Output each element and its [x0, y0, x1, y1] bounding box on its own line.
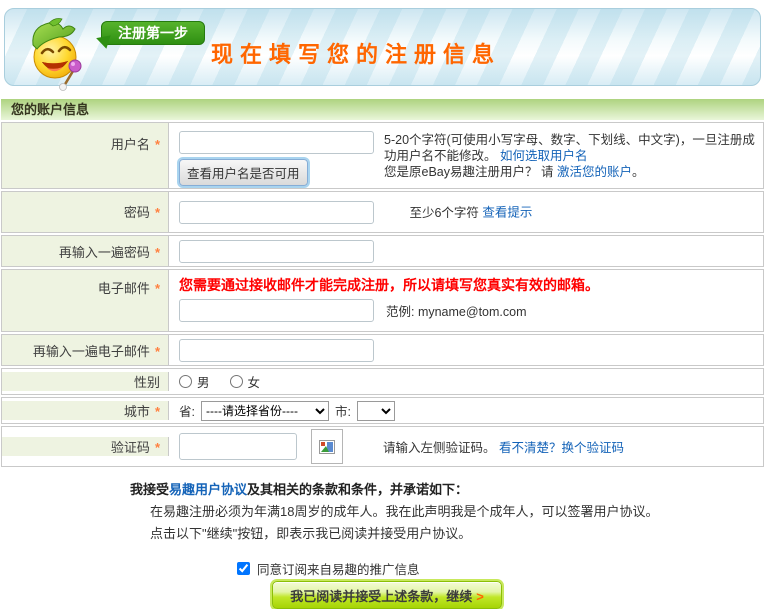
agreement-line1-prefix: 我接受: [130, 482, 170, 497]
city-label: 城市: [123, 404, 150, 419]
gender-female-label: 女: [247, 376, 261, 390]
city-label-cell: 城市 *: [2, 401, 169, 420]
gender-male-radio[interactable]: [179, 375, 192, 388]
agreement-line1: 我接受易趣用户协议及其相关的条款和条件，并承诺如下：: [130, 479, 765, 501]
email-label-cell: 电子邮件 *: [2, 270, 169, 331]
required-asterisk: *: [154, 245, 160, 260]
captcha-hint: 请输入左侧验证码。: [383, 441, 496, 455]
captcha-image-placeholder: [311, 429, 343, 464]
broken-image-icon: [319, 439, 335, 454]
page-title: 现在填写您的注册信息: [211, 42, 502, 67]
form-row-email-confirm: 再输入一遍电子邮件 *: [1, 334, 764, 366]
required-asterisk: *: [154, 440, 160, 455]
city-select[interactable]: [356, 400, 395, 421]
check-username-button[interactable]: 查看用户名是否可用: [179, 159, 308, 186]
mascot-icon: [32, 18, 82, 91]
gender-male-label: 男: [197, 376, 210, 390]
email-warning-text: 您需要通过接收邮件才能完成注册，所以请填写您真实有效的邮箱。: [179, 277, 599, 293]
gender-label: 性别: [133, 375, 160, 390]
username-label-cell: 用户名 *: [2, 123, 169, 188]
captcha-input[interactable]: [179, 433, 297, 460]
gender-label-cell: 性别: [2, 372, 169, 391]
password-confirm-label-cell: 再输入一遍密码 *: [2, 236, 169, 266]
required-asterisk: *: [154, 137, 160, 152]
user-agreement-link[interactable]: 易趣用户协议: [169, 482, 247, 497]
email-confirm-input[interactable]: [179, 339, 374, 362]
agreement-line3: 点击以下"继续"按钮，即表示我已阅读并接受用户协议。: [150, 526, 472, 541]
email-confirm-label-cell: 再输入一遍电子邮件 *: [2, 335, 169, 365]
ebay-user-text: 您是原eBay易趣注册用户？ 请: [384, 165, 557, 179]
agreement-line2: 在易趣注册必须为年满18周岁的成年人。我在此声明我是个成年人，可以签署用户协议。: [150, 504, 659, 519]
step-badge-label: 注册第一步: [118, 25, 188, 41]
how-to-choose-username-link[interactable]: 如何选取用户名: [500, 149, 588, 163]
captcha-label: 验证码: [110, 440, 150, 455]
required-asterisk: *: [154, 344, 160, 359]
password-hint: 至少6个字符: [409, 205, 479, 220]
username-input[interactable]: [179, 131, 374, 154]
username-label: 用户名: [110, 137, 150, 152]
gender-female-radio[interactable]: [229, 375, 243, 388]
subscribe-row: 同意订阅来自易趣的推广信息: [237, 560, 765, 577]
section-header: 您的账户信息: [1, 99, 764, 120]
form-row-captcha: 验证码 * 请输入左侧验证码。 看不清楚？换个验证码: [1, 426, 764, 467]
password-confirm-input[interactable]: [179, 240, 374, 263]
province-select-label: 省:: [179, 405, 195, 419]
form-row-username: 用户名 * 查看用户名是否可用 5-20个字符(可使用小写字母、数字、下划线、中文…: [1, 122, 764, 189]
continue-button-label: 我已阅读并接受上述条款，继续: [290, 588, 473, 604]
section-title: 您的账户信息: [11, 102, 90, 117]
registration-page: 注册第一步 现在填写您的注册信息 您的账户信息 用户名 * 查看用户名是否可用 5…: [0, 8, 765, 609]
form-row-gender: 性别 男 女: [1, 368, 764, 395]
refresh-captcha-link[interactable]: 看不清楚？换个验证码: [499, 441, 624, 455]
form-row-password: 密码 * 至少6个字符 查看提示: [1, 191, 764, 233]
form-row-email: 电子邮件 * 您需要通过接收邮件才能完成注册，所以请填写您真实有效的邮箱。 范例:…: [1, 269, 764, 332]
subscribe-checkbox[interactable]: [237, 561, 250, 575]
step-badge: 注册第一步: [101, 21, 205, 45]
email-input[interactable]: [179, 299, 374, 322]
password-label-cell: 密码 *: [2, 192, 169, 232]
city-select-label: 市:: [334, 405, 351, 419]
agreement-block: 我接受易趣用户协议及其相关的条款和条件，并承诺如下： 在易趣注册必须为年满18周…: [130, 479, 765, 545]
password-input[interactable]: [179, 201, 374, 224]
form-row-password-confirm: 再输入一遍密码 *: [1, 235, 764, 267]
ebay-user-suffix: 。: [631, 165, 645, 179]
email-confirm-label: 再输入一遍电子邮件: [32, 344, 150, 359]
password-label: 密码: [123, 205, 150, 220]
page-header: 注册第一步 现在填写您的注册信息: [4, 8, 761, 91]
continue-button[interactable]: 我已阅读并接受上述条款，继续 >: [272, 581, 502, 609]
captcha-label-cell: 验证码 *: [2, 437, 169, 456]
username-help: 5-20个字符(可使用小写字母、数字、下划线、中文字)，一旦注册成功用户名不能修…: [384, 131, 763, 188]
province-select[interactable]: ----请选择省份----: [200, 400, 329, 421]
password-tips-link[interactable]: 查看提示: [482, 206, 532, 220]
form-row-city: 城市 * 省: ----请选择省份---- 市:: [1, 397, 764, 424]
activate-account-link[interactable]: 激活您的账户: [557, 165, 632, 179]
email-label: 电子邮件: [97, 281, 150, 296]
required-asterisk: *: [154, 404, 160, 419]
agreement-line1-suffix: 及其相关的条款和条件，并承诺如下：: [247, 482, 469, 497]
continue-arrow: >: [476, 588, 484, 604]
required-asterisk: *: [154, 205, 160, 220]
registration-form: 用户名 * 查看用户名是否可用 5-20个字符(可使用小写字母、数字、下划线、中文…: [1, 122, 764, 467]
password-confirm-label: 再输入一遍密码: [58, 245, 150, 260]
email-example: 范例: myname@tom.com: [386, 305, 527, 319]
required-asterisk: *: [154, 281, 160, 296]
subscribe-label: 同意订阅来自易趣的推广信息: [257, 562, 420, 577]
